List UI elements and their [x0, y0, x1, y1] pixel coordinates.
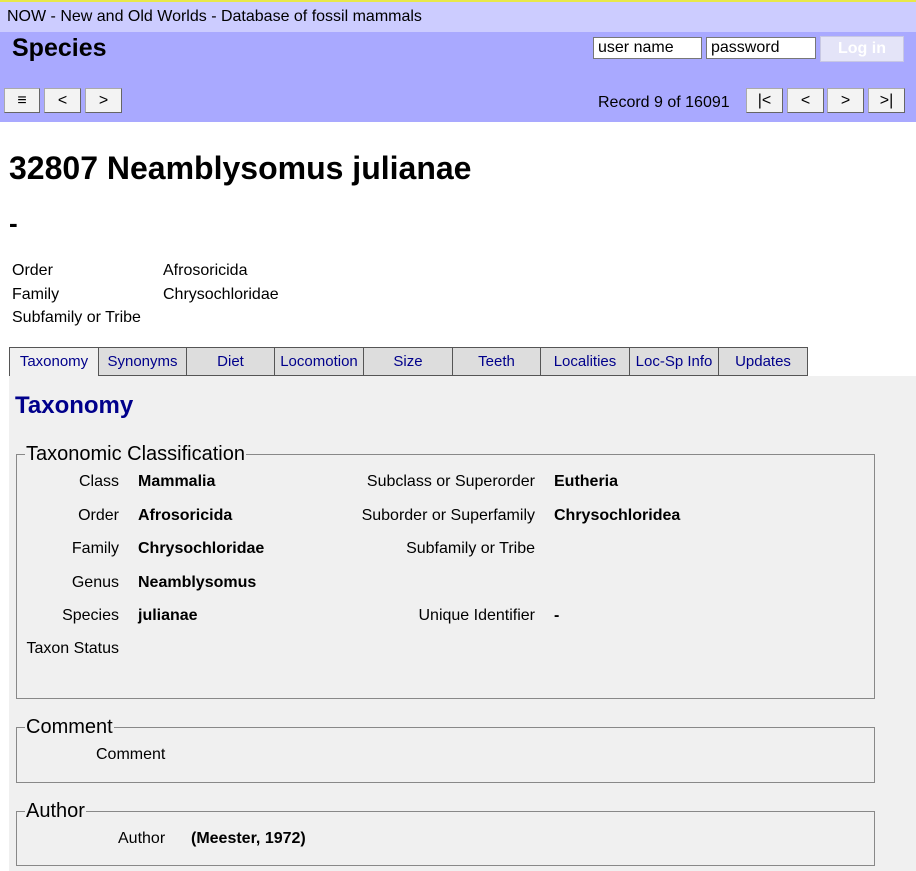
family-label: Family — [71, 540, 119, 557]
app-title: NOW - New and Old Worlds - Database of f… — [7, 8, 422, 25]
order-value: Afrosoricida — [138, 507, 233, 524]
fieldset-corner — [16, 727, 17, 733]
tab-locomotion[interactable]: Locomotion — [274, 347, 364, 376]
menu-button[interactable]: ≡ — [4, 88, 40, 113]
species-title: 32807 Neamblysomus julianae — [9, 150, 472, 186]
summary-label: Family — [12, 285, 60, 303]
family-value: Chrysochloridae — [138, 540, 265, 557]
class-value: Mammalia — [138, 473, 216, 490]
back-button[interactable]: < — [44, 88, 81, 113]
author-legend: Author — [25, 799, 86, 823]
app-title-bar: NOW - New and Old Worlds - Database of f… — [0, 2, 916, 32]
species-value: julianae — [138, 607, 198, 624]
summary-label: Order — [12, 262, 53, 279]
next-record-button[interactable]: > — [827, 88, 864, 113]
password-input[interactable] — [706, 37, 816, 59]
subclass-value: Eutheria — [554, 473, 619, 490]
record-counter: Record 9 of 16091 — [598, 94, 730, 111]
tab-teeth[interactable]: Teeth — [452, 347, 541, 376]
first-record-button[interactable]: |< — [746, 88, 783, 113]
unique-identifier-value: - — [554, 607, 560, 624]
header-bar: Species Log in ≡ < > Record 9 of 16091 |… — [0, 32, 916, 122]
forward-button[interactable]: > — [85, 88, 122, 113]
classification-legend: Taxonomic Classification — [25, 442, 246, 466]
tab-diet[interactable]: Diet — [186, 347, 275, 376]
tab-taxonomy[interactable]: Taxonomy — [9, 347, 99, 377]
tab-updates[interactable]: Updates — [718, 347, 808, 376]
species-subtitle: - — [9, 208, 18, 238]
fieldset-corner — [16, 811, 17, 817]
genus-value: Neamblysomus — [138, 574, 257, 591]
suborder-value: Chrysochloridea — [554, 507, 681, 524]
summary-label: Subfamily or Tribe — [12, 309, 141, 326]
author-label: Author — [118, 830, 166, 847]
subfamily-label: Subfamily or Tribe — [406, 540, 535, 557]
login-button[interactable]: Log in — [820, 36, 904, 62]
tab-synonyms[interactable]: Synonyms — [98, 347, 187, 376]
summary-value: Chrysochloridae — [163, 285, 279, 303]
class-label: Class — [78, 473, 119, 490]
tab-size[interactable]: Size — [363, 347, 453, 376]
comment-fieldset: Comment Comment — [16, 715, 875, 783]
suborder-label: Suborder or Superfamily — [361, 507, 535, 524]
order-label: Order — [78, 507, 119, 524]
page-heading: Species — [12, 34, 107, 62]
last-record-button[interactable]: >| — [868, 88, 905, 113]
tab-localities[interactable]: Localities — [540, 347, 630, 376]
username-input[interactable] — [593, 37, 702, 59]
comment-label: Comment — [96, 746, 166, 763]
comment-legend: Comment — [25, 715, 114, 739]
genus-label: Genus — [71, 574, 119, 591]
unique-identifier-label: Unique Identifier — [418, 607, 535, 624]
section-heading: Taxonomy — [15, 392, 134, 419]
author-value: (Meester, 1972) — [191, 830, 306, 847]
subclass-label: Subclass or Superorder — [366, 473, 535, 490]
previous-record-button[interactable]: < — [787, 88, 824, 113]
classification-fieldset: Taxonomic Classification Class Mammalia … — [16, 442, 875, 699]
taxon-status-label: Taxon Status — [26, 640, 120, 657]
species-label: Species — [62, 607, 119, 624]
summary-value: Afrosoricida — [163, 262, 248, 279]
fieldset-corner — [16, 454, 17, 460]
author-fieldset: Author Author (Meester, 1972) — [16, 799, 875, 866]
tab-loc-sp-info[interactable]: Loc-Sp Info — [629, 347, 719, 376]
taxonomy-panel: Taxonomy Taxonomic Classification Class … — [9, 376, 916, 871]
